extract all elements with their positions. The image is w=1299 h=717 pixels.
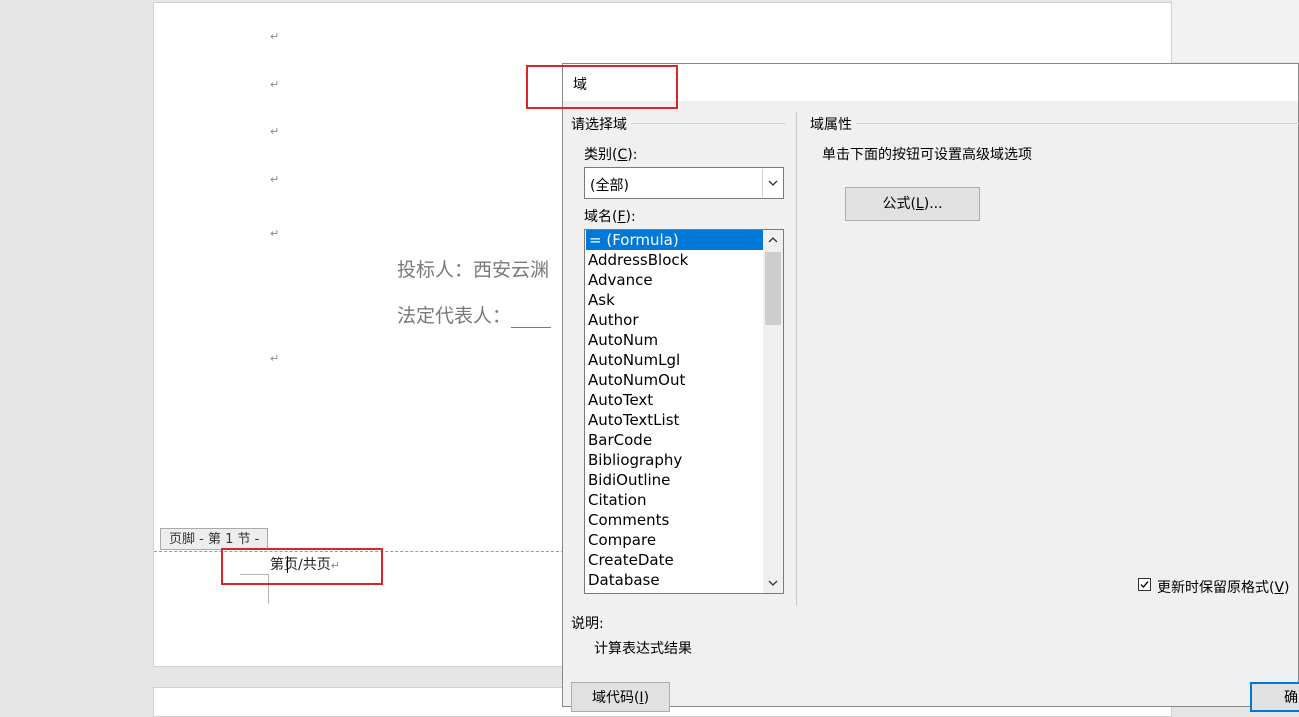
scroll-up-icon[interactable]: [763, 230, 783, 250]
chevron-down-icon[interactable]: [762, 169, 782, 197]
properties-hint: 单击下面的按钮可设置高级域选项: [822, 147, 1032, 163]
category-dropdown[interactable]: (全部): [584, 167, 784, 199]
field-name-item[interactable]: AutoText: [585, 390, 763, 410]
field-name-item[interactable]: AddressBlock: [585, 250, 763, 270]
field-name-item[interactable]: BidiOutline: [585, 470, 763, 490]
paragraph-mark: ↵: [270, 352, 280, 365]
legal-rep-label: 法定代表人：: [397, 305, 512, 327]
ok-button[interactable]: 确: [1250, 682, 1299, 712]
field-name-item[interactable]: AutoTextList: [585, 410, 763, 430]
legal-rep-line: 法定代表人：: [397, 301, 552, 328]
field-dialog: 域 请选择域 类别(C): (全部) 域名(F): = (Formula) Add…: [562, 63, 1299, 712]
preserve-format-checkbox[interactable]: [1138, 578, 1151, 591]
field-names-list[interactable]: = (Formula) AddressBlock Advance Ask Author A…: [584, 229, 784, 594]
field-name-item[interactable]: Ask: [585, 290, 763, 310]
paragraph-mark: ↵: [270, 173, 280, 186]
category-value: (全部): [590, 178, 629, 194]
preserve-format-label[interactable]: 更新时保留原格式(V): [1157, 577, 1290, 597]
category-label: 类别(C):: [584, 147, 638, 163]
field-name-item[interactable]: BarCode: [585, 430, 763, 450]
field-name-item[interactable]: AutoNum: [585, 330, 763, 350]
field-name-item[interactable]: Comments: [585, 510, 763, 530]
field-name-item[interactable]: Citation: [585, 490, 763, 510]
field-names-items: = (Formula) AddressBlock Advance Ask Author A…: [585, 230, 783, 590]
signature-blank: [511, 309, 552, 328]
group-divider: [796, 112, 797, 606]
paragraph-mark: ↵: [270, 227, 280, 240]
paragraph-mark: ↵: [270, 125, 280, 138]
paragraph-mark: ↵: [270, 30, 280, 43]
formula-button[interactable]: 公式(L)...: [845, 187, 980, 221]
dialog-title-highlight-box: [526, 65, 678, 109]
field-name-item[interactable]: Bibliography: [585, 450, 763, 470]
field-codes-button[interactable]: 域代码(I): [571, 682, 670, 712]
field-name-item[interactable]: AutoNumOut: [585, 370, 763, 390]
group-rule: [856, 123, 1299, 124]
field-name-item[interactable]: Database: [585, 570, 763, 590]
choose-field-group-title: 请选择域: [571, 114, 631, 134]
field-properties-group-title: 域属性: [810, 114, 856, 134]
footer-section-tag: 页脚 - 第 1 节 -: [160, 528, 269, 550]
scrollbar[interactable]: [763, 230, 783, 593]
bidder-line: 投标人：西安云渊: [397, 259, 550, 281]
field-name-item[interactable]: = (Formula): [586, 230, 763, 250]
field-name-item[interactable]: CreateDate: [585, 550, 763, 570]
window-background: [1172, 0, 1299, 62]
field-names-label: 域名(F):: [584, 209, 636, 225]
description-label: 说明:: [571, 616, 604, 632]
field-name-item[interactable]: Author: [585, 310, 763, 330]
field-name-item[interactable]: AutoNumLgl: [585, 350, 763, 370]
description-text: 计算表达式结果: [594, 641, 692, 657]
footer-highlight-box: [221, 548, 383, 585]
field-name-item[interactable]: Compare: [585, 530, 763, 550]
paragraph-mark: ↵: [270, 78, 280, 91]
scroll-thumb[interactable]: [765, 252, 781, 325]
scroll-down-icon[interactable]: [763, 573, 783, 593]
field-name-item[interactable]: Advance: [585, 270, 763, 290]
group-rule: [608, 123, 786, 124]
